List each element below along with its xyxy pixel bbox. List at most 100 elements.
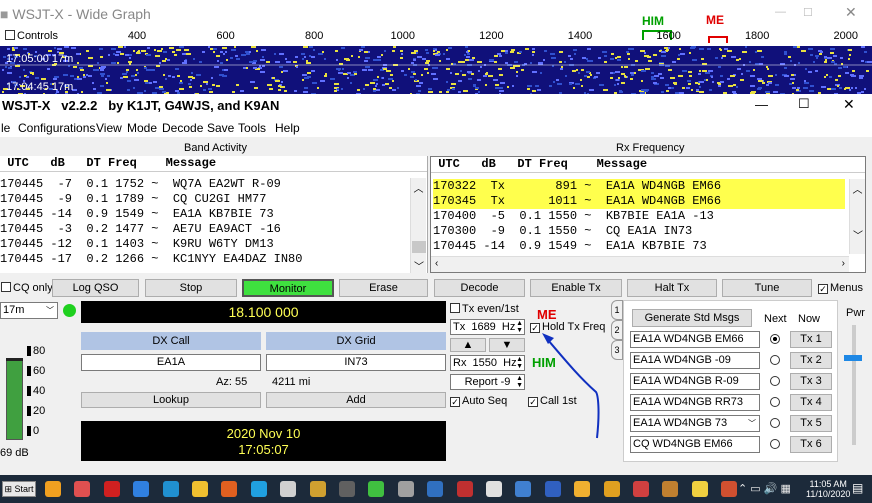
tx-message-5-input[interactable]: EA1A WD4NGB 73 ﹀ (630, 415, 760, 432)
rx-frequency-row[interactable]: 170300 -9 0.1 1550 ~ CQ EA1A IN73 (433, 224, 845, 239)
taskbar-app-icon[interactable] (74, 481, 91, 497)
enable-tx-button[interactable]: Enable Tx (530, 279, 622, 297)
menu-mode[interactable]: Mode (127, 121, 157, 135)
scroll-up-icon[interactable]: ︿ (411, 180, 426, 195)
taskbar-app-icon[interactable] (45, 481, 61, 497)
taskbar-app-icon[interactable] (427, 481, 444, 497)
band-activity-scrollbar[interactable]: ︿ ﹀ (410, 178, 426, 273)
generate-std-msgs-button[interactable]: Generate Std Msgs (632, 309, 752, 327)
taskbar-app-icon[interactable] (486, 481, 502, 497)
band-activity-row[interactable]: 170445 -14 0.9 1549 ~ EA1A KB7BIE 73 (0, 207, 302, 222)
taskbar-app-icon[interactable] (633, 481, 649, 497)
tab-1[interactable]: 1 (611, 300, 623, 320)
taskbar-app-icon[interactable] (544, 481, 561, 497)
taskbar-app-icon[interactable] (339, 481, 355, 497)
tx5-button[interactable]: Tx 5 (790, 415, 832, 432)
dx-call-input[interactable]: EA1A (81, 354, 261, 371)
band-activity-row[interactable]: 170445 -3 0.2 1477 ~ AE7U EA9ACT -16 (0, 222, 302, 237)
rx-frequency-panel[interactable]: UTC dB DT Freq Message 170322 Tx 891 ~ E… (430, 156, 866, 273)
log-qso-button[interactable]: Log QSO (52, 279, 139, 297)
spin-icon-report[interactable]: ▲ ▼ (516, 375, 523, 389)
taskbar-app-icon[interactable] (574, 481, 591, 497)
tx3-button[interactable]: Tx 3 (790, 373, 832, 390)
main-close-icon[interactable]: ✕ (843, 96, 855, 113)
menus-checkbox[interactable]: ✓ Menus (818, 282, 863, 294)
rx-frequency-row[interactable]: 170445 -14 0.9 1549 ~ EA1A KB7BIE 73 (433, 239, 845, 254)
rx-scrollbar[interactable]: ︿ ﹀ (849, 179, 865, 254)
monitor-button[interactable]: Monitor (242, 279, 334, 297)
menu-view[interactable]: View (96, 121, 122, 135)
menu-file[interactable]: le (1, 121, 10, 135)
cq-only-checkbox[interactable]: CQ only (1, 282, 53, 294)
next-radio-2[interactable] (770, 355, 780, 365)
next-radio-4[interactable] (770, 397, 780, 407)
taskbar-app-icon[interactable] (133, 481, 150, 497)
tab-2[interactable]: 2 (611, 320, 623, 340)
taskbar-app-icon[interactable] (280, 481, 297, 497)
taskbar-app-icon[interactable] (603, 481, 620, 497)
rx-frequency-row[interactable]: 170345 Tx 1011 ~ EA1A WD4NGB EM66 (433, 194, 845, 209)
lookup-button[interactable]: Lookup (81, 392, 261, 408)
dx-grid-input[interactable]: IN73 (266, 354, 446, 371)
menu-save[interactable]: Save (207, 121, 234, 135)
stop-button[interactable]: Stop (145, 279, 237, 297)
add-button[interactable]: Add (266, 392, 446, 408)
next-radio-6[interactable] (770, 439, 780, 449)
taskbar-app-icon[interactable] (162, 481, 179, 497)
decode-button[interactable]: Decode (434, 279, 525, 297)
tx6-button[interactable]: Tx 6 (790, 436, 832, 453)
band-select[interactable]: 17m ﹀ (0, 302, 58, 319)
tray-icons[interactable]: ⌃ ▭ 🔊 ▦ (738, 482, 791, 495)
tx4-button[interactable]: Tx 4 (790, 394, 832, 411)
tx-even-checkbox[interactable]: Tx even/1st (450, 303, 519, 315)
next-radio-5[interactable] (770, 418, 780, 428)
notification-icon[interactable]: ▤ (852, 481, 863, 495)
rx-scroll-down-icon[interactable]: ﹀ (850, 227, 865, 242)
tx-to-rx-button[interactable]: ▲ (450, 338, 486, 352)
pwr-slider[interactable] (844, 325, 862, 445)
tx-message-3-input[interactable]: EA1A WD4NGB R-09 (630, 373, 760, 390)
close-icon[interactable]: ✕ (845, 4, 857, 21)
maximize-icon[interactable]: ☐ (803, 6, 813, 19)
rx-frequency-row[interactable]: 170322 Tx 891 ~ EA1A WD4NGB EM66 (433, 179, 845, 194)
taskbar-app-icon[interactable] (309, 481, 326, 497)
erase-button[interactable]: Erase (339, 279, 428, 297)
rx-hscrollbar[interactable]: ‹ › (431, 256, 849, 272)
pwr-slider-handle[interactable] (844, 355, 862, 361)
tx-message-2-input[interactable]: EA1A WD4NGB -09 (630, 352, 760, 369)
taskbar-app-icon[interactable] (221, 481, 238, 497)
taskbar-app-icon[interactable] (662, 481, 679, 497)
next-radio-3[interactable] (770, 376, 780, 386)
tab-3[interactable]: 3 (611, 340, 623, 360)
taskbar-app-icon[interactable] (397, 481, 414, 497)
taskbar-app-icon[interactable] (368, 481, 385, 497)
rx-frequency-row[interactable]: 170400 -5 0.1 1550 ~ KB7BIE EA1A -13 (433, 209, 845, 224)
tx1-button[interactable]: Tx 1 (790, 331, 832, 348)
taskbar-clock[interactable]: 11:05 AM 11/10/2020 (806, 479, 850, 499)
scroll-thumb[interactable] (412, 241, 426, 253)
auto-seq-checkbox[interactable]: ✓ Auto Seq (450, 395, 507, 407)
spin-icon-rx[interactable]: ▲ ▼ (516, 356, 523, 370)
tx-freq-spinbox[interactable]: Tx 1689 Hz ▲ ▼ (450, 319, 525, 335)
minimize-icon[interactable]: — (775, 6, 786, 18)
main-minimize-icon[interactable]: — (755, 97, 768, 112)
band-activity-panel[interactable]: UTC dB DT Freq Message 170445 -7 0.1 175… (0, 156, 428, 273)
band-activity-row[interactable]: 170445 -9 0.1 1789 ~ CQ CU2GI HM77 (0, 192, 302, 207)
next-radio-1[interactable] (770, 334, 780, 344)
menu-tools[interactable]: Tools (238, 121, 266, 135)
report-spinbox[interactable]: Report -9 ▲ ▼ (450, 374, 525, 390)
tx-message-4-input[interactable]: EA1A WD4NGB RR73 (630, 394, 760, 411)
tx-message-1-input[interactable]: EA1A WD4NGB EM66 (630, 331, 760, 348)
rx-scroll-up-icon[interactable]: ︿ (850, 181, 865, 196)
taskbar-app-icon[interactable] (192, 481, 208, 497)
tx2-button[interactable]: Tx 2 (790, 352, 832, 369)
scroll-left-icon[interactable]: ‹ (435, 258, 438, 269)
taskbar-app-icon[interactable] (103, 481, 120, 497)
taskbar-app-icon[interactable] (515, 481, 532, 497)
scroll-down-icon[interactable]: ﹀ (411, 258, 427, 273)
taskbar-app-icon[interactable] (691, 481, 708, 497)
tx-message-6-input[interactable]: CQ WD4NGB EM66 (630, 436, 760, 453)
menu-help[interactable]: Help (275, 121, 300, 135)
menu-decode[interactable]: Decode (162, 121, 203, 135)
spin-icon[interactable]: ▲ ▼ (516, 320, 523, 334)
